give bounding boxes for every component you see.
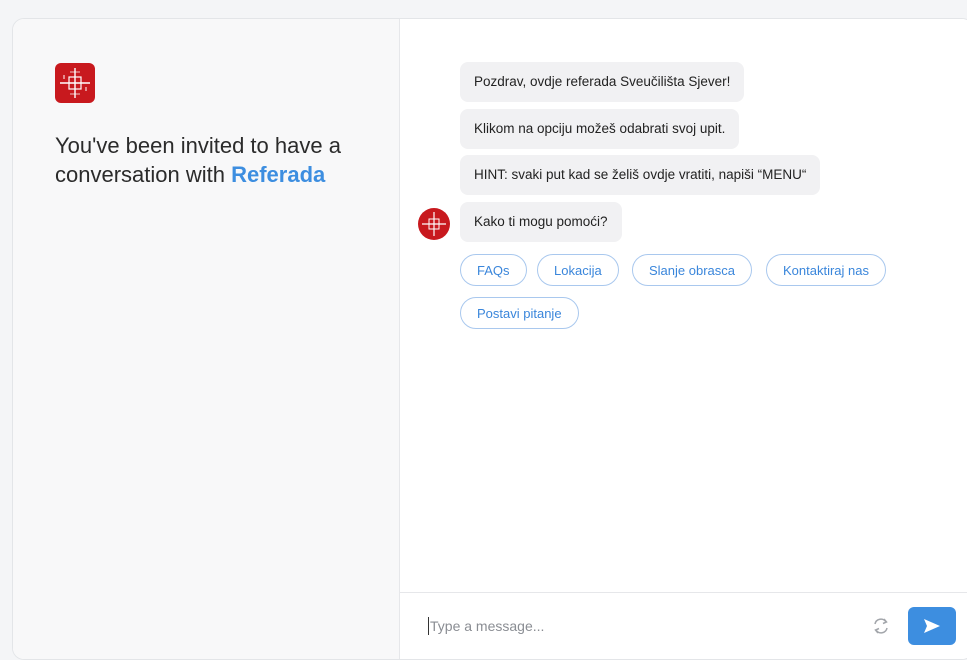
bot-avatar-icon bbox=[418, 208, 450, 240]
chat-widget-card: You've been invited to have a conversati… bbox=[12, 18, 967, 660]
quick-reply-lokacija[interactable]: Lokacija bbox=[537, 254, 619, 286]
invite-heading: You've been invited to have a conversati… bbox=[55, 131, 375, 189]
quick-reply-faqs[interactable]: FAQs bbox=[460, 254, 527, 286]
bot-name: Referada bbox=[231, 162, 326, 187]
quick-reply-slanje-obrasca[interactable]: Slanje obrasca bbox=[632, 254, 752, 286]
chat-panel: Pozdrav, ovdje referada Sveučilišta Sjev… bbox=[400, 19, 967, 659]
message-list: Pozdrav, ovdje referada Sveučilišta Sjev… bbox=[400, 19, 967, 593]
quick-reply-kontaktiraj-nas[interactable]: Kontaktiraj nas bbox=[766, 254, 886, 286]
intro-panel: You've been invited to have a conversati… bbox=[13, 19, 400, 659]
bot-message: HINT: svaki put kad se želiš ovdje vrati… bbox=[460, 155, 821, 195]
send-button[interactable] bbox=[908, 607, 956, 645]
message-composer bbox=[400, 592, 967, 659]
send-icon bbox=[924, 619, 940, 633]
refresh-icon[interactable] bbox=[872, 617, 890, 635]
message-input[interactable] bbox=[428, 613, 830, 639]
bot-message: Kako ti mogu pomoći? bbox=[460, 202, 622, 242]
bot-message: Pozdrav, ovdje referada Sveučilišta Sjev… bbox=[460, 62, 745, 102]
quick-reply-postavi-pitanje[interactable]: Postavi pitanje bbox=[460, 297, 579, 329]
bot-message: Klikom na opciju možeš odabrati svoj upi… bbox=[460, 109, 740, 149]
crosshair-logo-icon bbox=[55, 63, 95, 103]
